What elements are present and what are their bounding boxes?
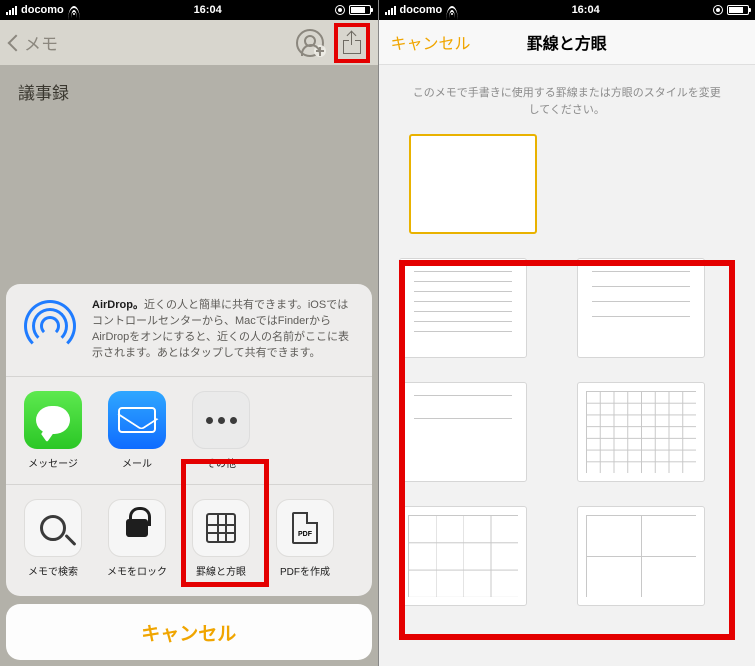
chevron-left-icon bbox=[8, 33, 20, 53]
cancel-button[interactable]: キャンセル bbox=[391, 30, 471, 54]
battery-icon bbox=[727, 5, 749, 15]
notes-header: メモ bbox=[0, 20, 378, 65]
action-create-pdf[interactable]: PDF PDFを作成 bbox=[276, 499, 334, 578]
share-app-mail[interactable]: メール bbox=[108, 391, 166, 470]
description-text: このメモで手書きに使用する罫線または方眼のスタイルを変更してください。 bbox=[379, 65, 755, 134]
back-button[interactable]: メモ bbox=[8, 30, 58, 55]
lock-icon bbox=[126, 519, 148, 537]
battery-icon bbox=[349, 5, 371, 15]
clock: 16:04 bbox=[572, 4, 600, 16]
share-app-messages[interactable]: メッセージ bbox=[24, 391, 82, 470]
mail-icon bbox=[108, 391, 166, 449]
back-label: メモ bbox=[24, 30, 58, 55]
wifi-icon bbox=[68, 6, 80, 15]
orientation-lock-icon bbox=[335, 5, 345, 15]
airdrop-row[interactable]: AirDrop。近くの人と簡単に共有できます。iOSではコントロールセンターから… bbox=[6, 284, 372, 377]
search-icon bbox=[40, 515, 66, 541]
carrier-label: docomo bbox=[21, 4, 64, 16]
cancel-button[interactable]: キャンセル bbox=[6, 604, 372, 660]
messages-icon bbox=[24, 391, 82, 449]
signal-icon bbox=[385, 6, 396, 15]
carrier-label: docomo bbox=[400, 4, 443, 16]
screenshot-share-sheet: docomo 16:04 メモ 議事録 AirDrop。近くの bbox=[0, 0, 378, 666]
status-bar: docomo 16:04 bbox=[0, 0, 378, 20]
lines-grids-header: キャンセル 罫線と方眼 bbox=[379, 20, 755, 65]
annotation-highlight bbox=[181, 459, 269, 587]
clock: 16:04 bbox=[194, 4, 222, 16]
share-icon[interactable] bbox=[343, 32, 361, 54]
style-option-blank[interactable] bbox=[409, 134, 537, 234]
action-find-in-note[interactable]: メモで検索 bbox=[24, 499, 82, 578]
wifi-icon bbox=[446, 6, 458, 15]
airdrop-icon bbox=[22, 298, 78, 354]
note-title: 議事録 bbox=[0, 65, 378, 118]
more-icon bbox=[192, 391, 250, 449]
signal-icon bbox=[6, 6, 17, 15]
action-lock-note[interactable]: メモをロック bbox=[108, 499, 166, 578]
collaborate-button[interactable] bbox=[296, 29, 324, 57]
annotation-highlight bbox=[399, 260, 736, 640]
orientation-lock-icon bbox=[713, 5, 723, 15]
share-button-highlight bbox=[334, 23, 370, 63]
screenshot-lines-grids: docomo 16:04 キャンセル 罫線と方眼 このメモで手書きに使用する罫線… bbox=[378, 0, 755, 666]
status-bar: docomo 16:04 bbox=[379, 0, 755, 20]
airdrop-text: AirDrop。近くの人と簡単に共有できます。iOSではコントロールセンターから… bbox=[92, 298, 356, 362]
pdf-icon: PDF bbox=[292, 512, 318, 544]
